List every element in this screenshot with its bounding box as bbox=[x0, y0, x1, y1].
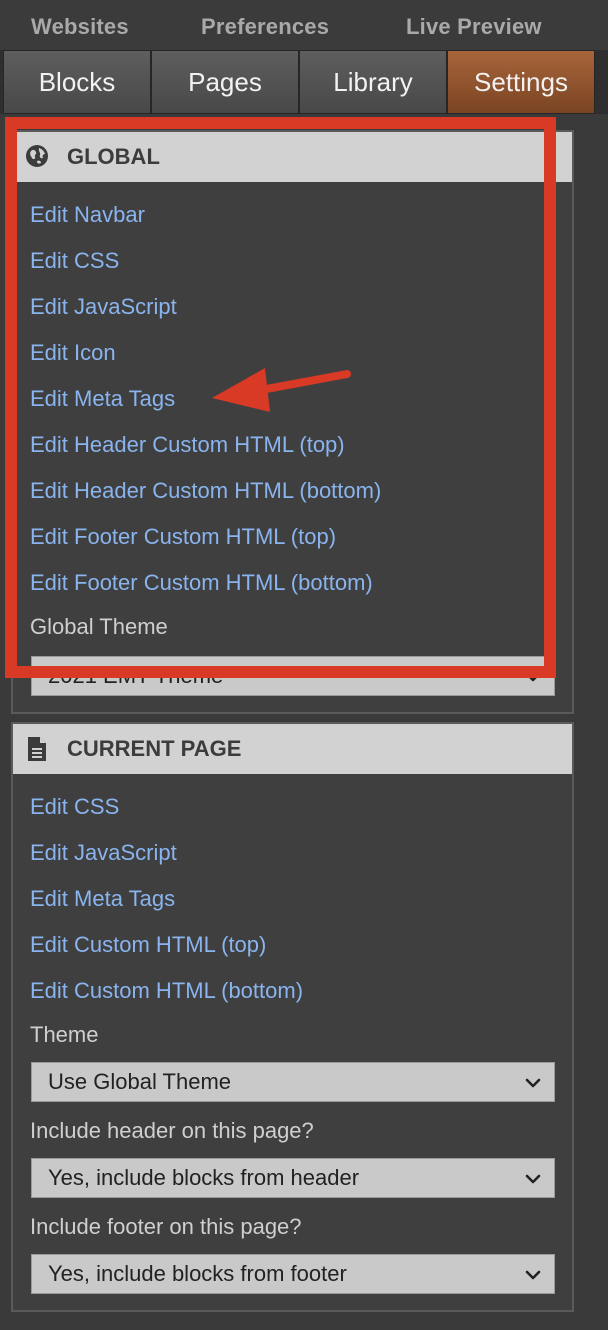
chevron-down-icon bbox=[525, 1078, 541, 1088]
global-edit-header-html-top-link[interactable]: Edit Header Custom HTML (top) bbox=[30, 432, 345, 458]
tab-blocks[interactable]: Blocks bbox=[3, 50, 151, 114]
current-page-panel-header: CURRENT PAGE bbox=[13, 724, 572, 774]
page-theme-select[interactable]: Use Global Theme bbox=[31, 1062, 555, 1102]
include-header-value: Yes, include blocks from header bbox=[48, 1165, 360, 1190]
top-navigation: Websites Preferences Live Preview bbox=[0, 0, 608, 50]
page-edit-meta-tags-link[interactable]: Edit Meta Tags bbox=[30, 886, 175, 912]
include-header-select[interactable]: Yes, include blocks from header bbox=[31, 1158, 555, 1198]
global-edit-icon-link[interactable]: Edit Icon bbox=[30, 340, 116, 366]
global-theme-value: 2021 EMT Theme bbox=[48, 663, 224, 688]
page-edit-css-link[interactable]: Edit CSS bbox=[30, 794, 119, 820]
tab-bar: Blocks Pages Library Settings bbox=[0, 50, 608, 114]
nav-preferences[interactable]: Preferences bbox=[201, 14, 329, 40]
page-edit-javascript-link[interactable]: Edit JavaScript bbox=[30, 840, 177, 866]
chevron-down-icon bbox=[525, 1174, 541, 1184]
global-edit-footer-html-top-link[interactable]: Edit Footer Custom HTML (top) bbox=[30, 524, 336, 550]
global-edit-navbar-link[interactable]: Edit Navbar bbox=[30, 202, 145, 228]
page-theme-label: Theme bbox=[30, 1022, 99, 1047]
nav-websites[interactable]: Websites bbox=[31, 14, 129, 40]
global-theme-label: Global Theme bbox=[30, 614, 168, 639]
chevron-down-icon bbox=[525, 1270, 541, 1280]
global-panel-title: GLOBAL bbox=[67, 144, 160, 169]
document-icon bbox=[25, 736, 49, 762]
page-edit-custom-html-bottom-link[interactable]: Edit Custom HTML (bottom) bbox=[30, 978, 303, 1004]
tab-settings[interactable]: Settings bbox=[447, 50, 595, 114]
global-panel: GLOBAL Edit Navbar Edit CSS Edit JavaScr… bbox=[11, 130, 574, 714]
tab-pages[interactable]: Pages bbox=[151, 50, 299, 114]
chevron-down-icon bbox=[525, 672, 541, 682]
include-footer-label: Include footer on this page? bbox=[30, 1214, 302, 1239]
global-edit-meta-tags-link[interactable]: Edit Meta Tags bbox=[30, 386, 175, 412]
include-header-label: Include header on this page? bbox=[30, 1118, 314, 1143]
include-footer-select[interactable]: Yes, include blocks from footer bbox=[31, 1254, 555, 1294]
global-edit-header-html-bottom-link[interactable]: Edit Header Custom HTML (bottom) bbox=[30, 478, 381, 504]
page-edit-custom-html-top-link[interactable]: Edit Custom HTML (top) bbox=[30, 932, 266, 958]
tab-library[interactable]: Library bbox=[299, 50, 447, 114]
global-panel-header: GLOBAL bbox=[13, 132, 572, 182]
arrow-icon bbox=[212, 368, 351, 412]
global-edit-footer-html-bottom-link[interactable]: Edit Footer Custom HTML (bottom) bbox=[30, 570, 373, 596]
global-edit-javascript-link[interactable]: Edit JavaScript bbox=[30, 294, 177, 320]
global-theme-select[interactable]: 2021 EMT Theme bbox=[31, 656, 555, 696]
nav-live-preview[interactable]: Live Preview bbox=[406, 14, 542, 40]
current-page-panel: CURRENT PAGE Edit CSS Edit JavaScript Ed… bbox=[11, 722, 574, 1312]
include-footer-value: Yes, include blocks from footer bbox=[48, 1261, 347, 1286]
globe-icon bbox=[25, 144, 49, 170]
page-theme-value: Use Global Theme bbox=[48, 1069, 232, 1094]
current-page-panel-title: CURRENT PAGE bbox=[67, 736, 242, 761]
global-edit-css-link[interactable]: Edit CSS bbox=[30, 248, 119, 274]
